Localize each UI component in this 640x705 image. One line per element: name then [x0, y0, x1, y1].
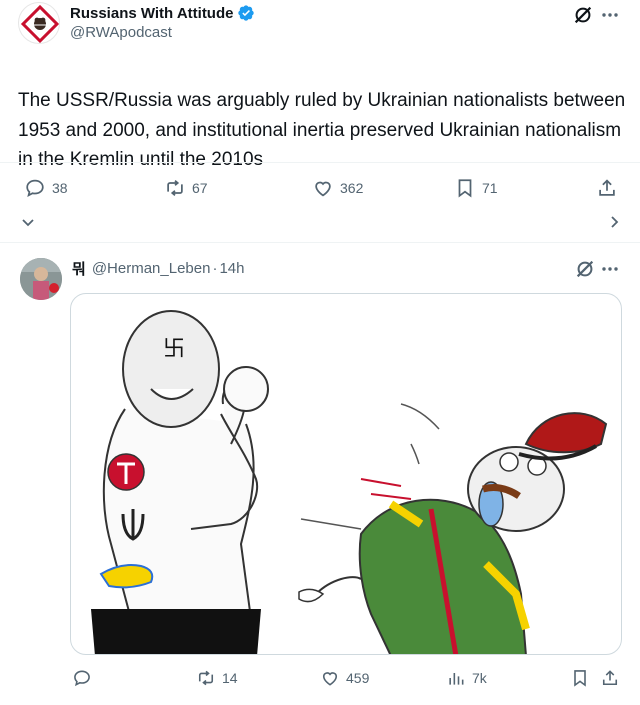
- reply-author-mark[interactable]: 뭐: [72, 258, 86, 279]
- rwa-logo-icon: [20, 4, 59, 43]
- meme-illustration: 卐: [91, 310, 608, 654]
- reply-grok-icon[interactable]: [574, 258, 596, 280]
- bookmark-icon: [458, 179, 472, 198]
- author-name[interactable]: Russians With Attitude: [70, 5, 233, 22]
- author-avatar[interactable]: [18, 2, 60, 44]
- reply-repost-count: 14: [222, 670, 238, 686]
- share-button[interactable]: [596, 177, 618, 199]
- views-icon: [449, 673, 464, 685]
- chevron-right-icon[interactable]: [606, 214, 622, 230]
- reply-bookmark-button[interactable]: [570, 668, 590, 688]
- reply-button[interactable]: 38: [24, 177, 68, 199]
- reply-icon: [26, 179, 44, 197]
- svg-text:卐: 卐: [163, 337, 185, 362]
- divider: [0, 162, 640, 163]
- like-button[interactable]: 362: [312, 177, 363, 199]
- reply-media-image[interactable]: 卐: [70, 293, 622, 655]
- reply-repost-icon: [198, 670, 214, 686]
- author-handle[interactable]: @RWApodcast: [70, 24, 172, 41]
- separator-dot: ·: [212, 260, 218, 277]
- reply-views-count: 7k: [472, 670, 487, 686]
- heart-icon: [315, 181, 331, 197]
- repost-button[interactable]: 67: [164, 177, 208, 199]
- reply-author-handle[interactable]: @Herman_Leben: [92, 260, 211, 277]
- reply-time[interactable]: 14h: [219, 260, 244, 277]
- repost-icon: [167, 179, 183, 197]
- reply-repost-button[interactable]: 14: [196, 668, 238, 688]
- reply-like-button[interactable]: 459: [320, 668, 369, 688]
- grok-icon[interactable]: [572, 4, 594, 26]
- reply-share-icon: [602, 670, 618, 686]
- more-options-icon[interactable]: [600, 6, 620, 24]
- bookmark-button[interactable]: 71: [454, 177, 498, 199]
- chevron-down-icon[interactable]: [20, 214, 36, 230]
- reply-like-count: 459: [346, 670, 370, 686]
- reply-avatar[interactable]: [20, 258, 62, 300]
- reply-share-button[interactable]: [600, 668, 620, 688]
- reply-heart-icon: [322, 672, 338, 686]
- verified-badge-icon: [238, 5, 255, 21]
- repost-count: 67: [192, 180, 208, 196]
- reply-views-button[interactable]: 7k: [446, 668, 487, 688]
- reply-reply-button[interactable]: [72, 668, 98, 688]
- avatar-image-icon: [20, 258, 62, 300]
- share-icon: [599, 179, 615, 196]
- reply-bookmark-icon: [574, 670, 586, 687]
- like-count: 362: [340, 180, 364, 196]
- reply-count: 38: [52, 180, 68, 196]
- reply-reply-icon: [74, 670, 90, 687]
- reply-more-options-icon[interactable]: [600, 260, 620, 278]
- bookmark-count: 71: [482, 180, 498, 196]
- post-separator: [0, 242, 640, 243]
